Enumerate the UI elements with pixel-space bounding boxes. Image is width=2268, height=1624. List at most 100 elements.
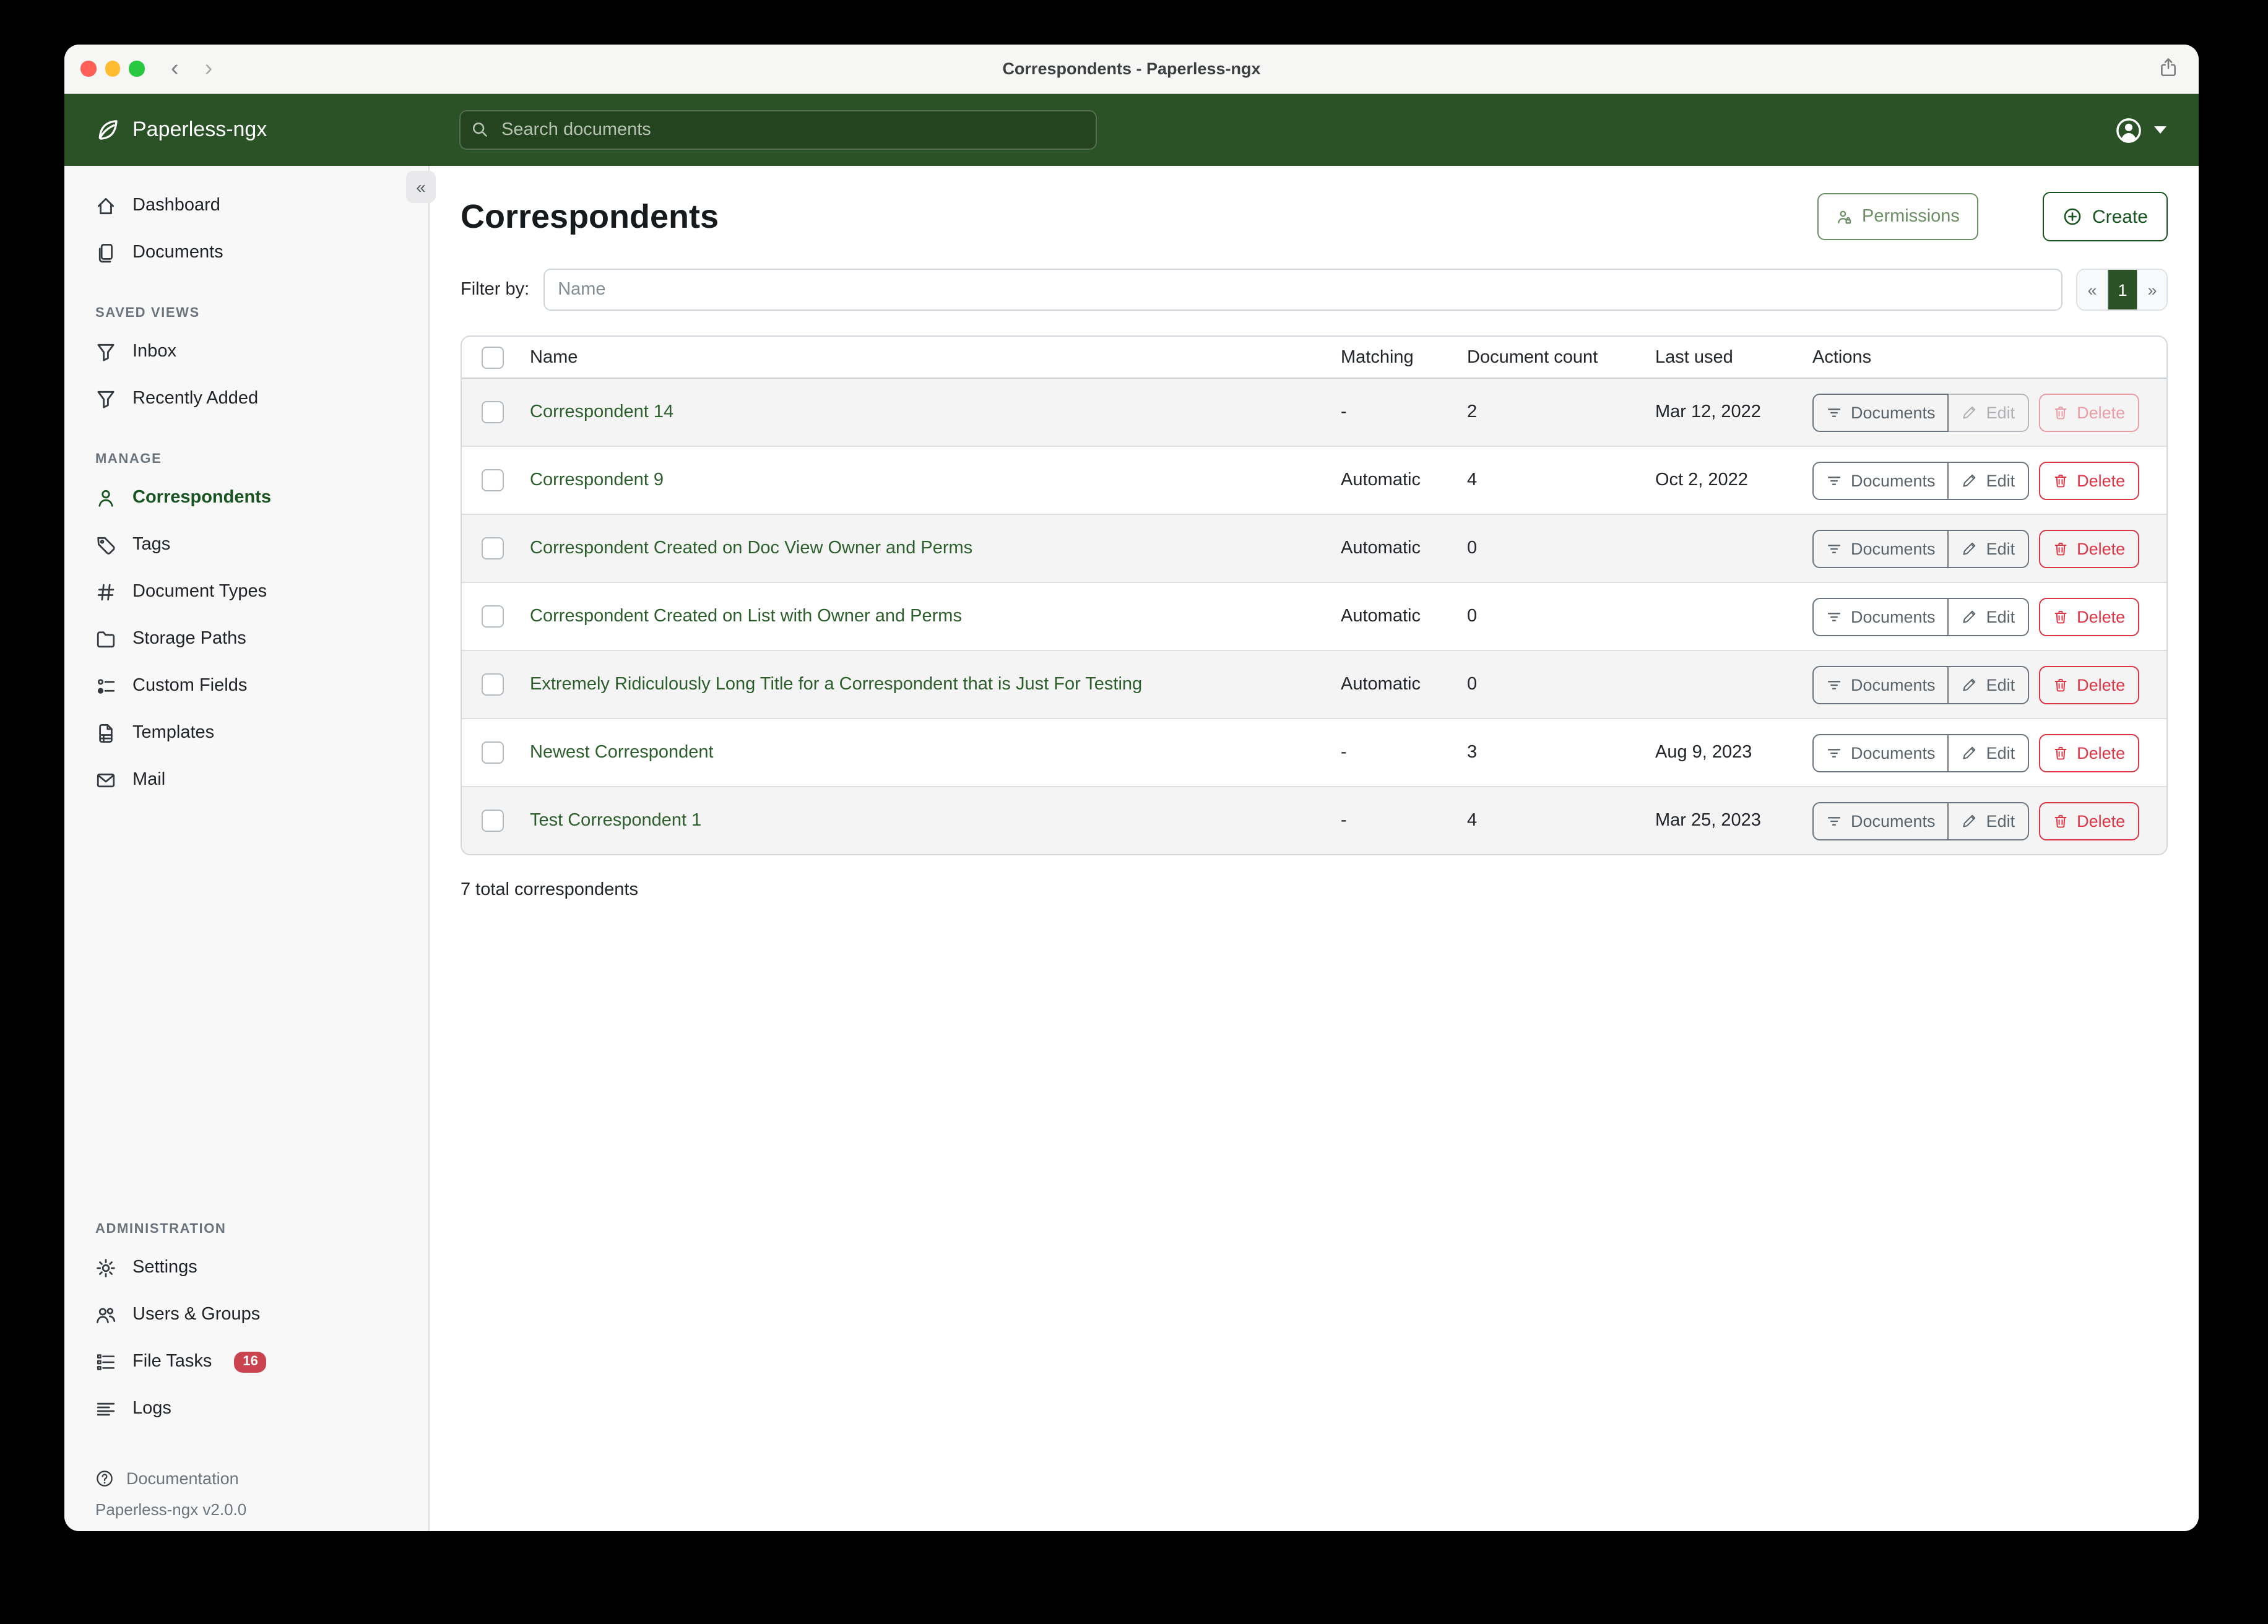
sidebar-item-dashboard[interactable]: Dashboard (64, 182, 428, 229)
matching-cell: Automatic (1340, 446, 1466, 514)
close-window-button[interactable] (80, 61, 96, 76)
zoom-window-button[interactable] (129, 61, 144, 76)
row-checkbox[interactable] (482, 673, 504, 696)
edit-button[interactable]: Edit (1948, 393, 2029, 431)
sidebar-item-tags[interactable]: Tags (64, 521, 428, 568)
app-header: Paperless-ngx (64, 94, 2199, 166)
header-matching[interactable]: Matching (1340, 337, 1466, 378)
documents-button[interactable]: Documents (1812, 529, 1949, 568)
sidebar-item-settings[interactable]: Settings (64, 1244, 428, 1291)
correspondent-name-link[interactable]: Test Correspondent 1 (530, 811, 701, 831)
row-checkbox[interactable] (482, 469, 504, 491)
sidebar-item-correspondents[interactable]: Correspondents (64, 474, 428, 521)
edit-button[interactable]: Edit (1948, 733, 2029, 772)
sidebar-item-inbox[interactable]: Inbox (64, 328, 428, 375)
search-input[interactable] (459, 110, 1097, 150)
documents-button[interactable]: Documents (1812, 665, 1949, 704)
edit-button[interactable]: Edit (1948, 665, 2029, 704)
permissions-button[interactable]: Permissions (1817, 193, 1978, 240)
table-row: Extremely Ridiculously Long Title for a … (462, 650, 2166, 719)
sidebar-item-custom-fields[interactable]: Custom Fields (64, 662, 428, 709)
sidebar-item-label: Document Types (132, 582, 267, 602)
pagination-first-button[interactable]: « (2077, 270, 2107, 309)
page-title: Correspondents (461, 197, 719, 236)
chevron-down-icon (2154, 126, 2166, 134)
back-icon[interactable]: ‹ (171, 55, 179, 82)
trash-icon (2052, 676, 2068, 693)
sidebar-heading-administration: ADMINISTRATION (64, 1213, 428, 1244)
edit-button[interactable]: Edit (1948, 801, 2029, 840)
documents-button[interactable]: Documents (1812, 801, 1949, 840)
filter-lines-icon (1826, 608, 1842, 624)
sidebar-item-logs[interactable]: Logs (64, 1385, 428, 1432)
sidebar-item-recently-added[interactable]: Recently Added (64, 375, 428, 422)
correspondent-name-link[interactable]: Correspondent 14 (530, 402, 673, 422)
minimize-window-button[interactable] (105, 61, 120, 76)
header-name[interactable]: Name (511, 337, 1340, 378)
documents-button[interactable]: Documents (1812, 597, 1949, 636)
correspondent-name-link[interactable]: Correspondent Created on Doc View Owner … (530, 538, 972, 558)
sidebar-item-file-tasks[interactable]: File Tasks 16 (64, 1338, 428, 1385)
person-icon (95, 487, 116, 508)
app-logo[interactable]: Paperless-ngx (64, 118, 267, 142)
custom-fields-icon (95, 675, 116, 696)
folder-icon (95, 628, 116, 649)
sidebar-item-templates[interactable]: Templates (64, 709, 428, 756)
sidebar-item-users-groups[interactable]: Users & Groups (64, 1291, 428, 1338)
sidebar-item-label: Storage Paths (132, 629, 246, 649)
leaf-logo-icon (95, 118, 120, 142)
account-menu[interactable] (2114, 94, 2166, 166)
documents-button[interactable]: Documents (1812, 393, 1949, 431)
delete-button[interactable]: Delete (2038, 393, 2139, 431)
app-version: Paperless-ngx v2.0.0 (64, 1497, 428, 1531)
delete-button[interactable]: Delete (2038, 665, 2139, 704)
row-checkbox[interactable] (482, 401, 504, 423)
collapse-sidebar-button[interactable]: « (406, 171, 436, 203)
sidebar-item-mail[interactable]: Mail (64, 756, 428, 803)
sidebar-item-documents[interactable]: Documents (64, 229, 428, 276)
sidebar-item-document-types[interactable]: Document Types (64, 568, 428, 615)
delete-button[interactable]: Delete (2038, 597, 2139, 636)
filter-bar: Filter by: « 1 » (461, 269, 2168, 311)
sidebar-item-storage-paths[interactable]: Storage Paths (64, 615, 428, 662)
row-checkbox[interactable] (482, 741, 504, 764)
matching-cell: - (1340, 719, 1466, 787)
edit-button[interactable]: Edit (1948, 529, 2029, 568)
create-button[interactable]: Create (2043, 192, 2168, 241)
delete-button[interactable]: Delete (2038, 801, 2139, 840)
matching-cell: Automatic (1340, 582, 1466, 650)
pencil-icon (1962, 608, 1978, 624)
row-checkbox[interactable] (482, 605, 504, 628)
delete-button[interactable]: Delete (2038, 461, 2139, 499)
create-label: Create (2092, 206, 2148, 227)
brand-name: Paperless-ngx (132, 118, 267, 142)
sidebar-item-label: Tags (132, 535, 170, 555)
correspondent-name-link[interactable]: Correspondent Created on List with Owner… (530, 607, 962, 626)
edit-button[interactable]: Edit (1948, 597, 2029, 636)
correspondent-name-link[interactable]: Correspondent 9 (530, 470, 664, 490)
pagination-last-button[interactable]: » (2137, 270, 2166, 309)
documents-button[interactable]: Documents (1812, 733, 1949, 772)
pagination-page-1-button[interactable]: 1 (2107, 270, 2137, 309)
correspondent-name-link[interactable]: Newest Correspondent (530, 743, 714, 762)
pencil-icon (1962, 540, 1978, 556)
row-checkbox[interactable] (482, 537, 504, 559)
sidebar-item-label: Logs (132, 1399, 171, 1419)
header-document-count[interactable]: Document count (1466, 337, 1654, 378)
edit-button[interactable]: Edit (1948, 461, 2029, 499)
delete-button[interactable]: Delete (2038, 733, 2139, 772)
sidebar-item-documentation[interactable]: Documentation (64, 1459, 428, 1497)
sidebar-item-label: Inbox (132, 342, 176, 361)
delete-button[interactable]: Delete (2038, 529, 2139, 568)
search-icon (470, 120, 489, 139)
header-last-used[interactable]: Last used (1654, 337, 1811, 378)
forward-icon[interactable]: › (205, 55, 213, 82)
documents-button[interactable]: Documents (1812, 461, 1949, 499)
correspondent-name-link[interactable]: Extremely Ridiculously Long Title for a … (530, 675, 1142, 694)
row-checkbox[interactable] (482, 810, 504, 832)
gear-icon (95, 1257, 116, 1278)
select-all-checkbox[interactable] (482, 346, 504, 368)
sidebar-item-label: Documents (132, 243, 223, 262)
share-icon[interactable] (2158, 57, 2179, 78)
filter-name-input[interactable] (543, 269, 2062, 311)
